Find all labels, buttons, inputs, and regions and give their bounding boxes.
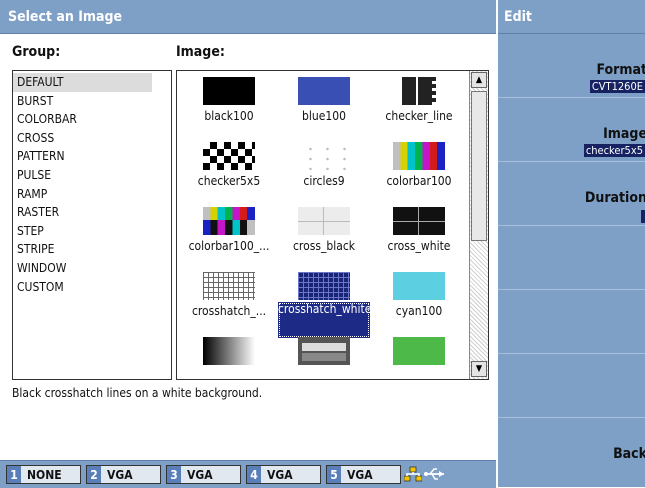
image-thumbnail (298, 77, 350, 105)
image-tile[interactable]: cross_white (373, 201, 465, 266)
output-slot-2[interactable]: 2 VGA (86, 465, 161, 484)
group-item[interactable]: PATTERN (13, 147, 152, 166)
output-slot-1[interactable]: 1 NONE (6, 465, 81, 484)
image-tile[interactable] (278, 331, 370, 379)
image-thumbnail (203, 337, 255, 365)
image-name: cross_black (292, 239, 355, 253)
group-item[interactable]: BURST (13, 92, 152, 111)
group-item[interactable]: RASTER (13, 203, 152, 222)
group-item[interactable]: CUSTOM (13, 278, 152, 297)
image-name: cyan100 (395, 304, 443, 318)
scroll-down-button[interactable]: ▼ (471, 361, 487, 377)
image-tile[interactable]: black100 (183, 71, 275, 136)
image-thumbnail (393, 207, 445, 235)
image-thumbnail (298, 337, 350, 365)
slot-label: VGA (187, 467, 213, 482)
slot-label: VGA (107, 467, 133, 482)
duration-value-box (641, 210, 645, 223)
image-tile[interactable]: colorbar100 (373, 136, 465, 201)
image-heading: Image: (176, 44, 225, 60)
format-value: CVT1260E (589, 80, 645, 93)
image-tile[interactable]: crosshatch_... (183, 266, 275, 331)
duration-softkey[interactable]: Duration (498, 162, 645, 226)
image-tile[interactable]: cross_black (278, 201, 370, 266)
image-thumbnail (298, 272, 350, 300)
image-thumbnail (203, 272, 255, 300)
arrow-up-icon: ▲ (475, 75, 483, 85)
group-item[interactable]: STRIPE (13, 240, 152, 259)
softkey-5[interactable] (498, 290, 645, 354)
scroll-up-button[interactable]: ▲ (471, 72, 487, 88)
group-item[interactable]: STEP (13, 222, 152, 241)
slot-number: 3 (167, 466, 181, 483)
group-item[interactable]: RAMP (13, 185, 152, 204)
image-thumbnail (298, 142, 350, 170)
usb-icon (424, 467, 446, 484)
image-grid[interactable]: black100 blue100 checker_line checker5x5 cir… (176, 70, 489, 380)
group-item[interactable]: PULSE (13, 166, 152, 185)
image-name: colorbar100_... (188, 239, 270, 253)
output-slot-3[interactable]: 3 VGA (166, 465, 241, 484)
image-name: cross_white (387, 239, 451, 253)
edit-title: Edit (498, 0, 645, 34)
network-icon (403, 466, 423, 485)
image-thumbnail (203, 207, 255, 235)
image-name: checker5x5 (197, 174, 261, 188)
arrow-down-icon: ▼ (475, 364, 483, 374)
softkey-6[interactable] (498, 354, 645, 418)
softkey-4[interactable] (498, 226, 645, 290)
scrollbar-thumb[interactable] (471, 91, 487, 241)
format-softkey[interactable]: Format CVT1260E (498, 34, 645, 98)
image-softkey[interactable]: Image checker5x5 (498, 98, 645, 162)
image-tile[interactable]: circles9 (278, 136, 370, 201)
output-slot-4[interactable]: 4 VGA (246, 465, 321, 484)
output-slot-5[interactable]: 5 VGA (326, 465, 401, 484)
image-tile[interactable] (373, 331, 465, 379)
image-tile[interactable]: blue100 (278, 71, 370, 136)
back-softkey[interactable]: Back (498, 418, 645, 487)
group-heading: Group: (12, 44, 61, 60)
image-thumbnail (393, 77, 445, 105)
slot-label: VGA (267, 467, 293, 482)
image-name: crosshatch_... (191, 304, 267, 318)
image-thumbnail (203, 77, 255, 105)
group-item[interactable]: CROSS (13, 129, 152, 148)
image-tile[interactable]: crosshatch_white (278, 266, 371, 338)
image-tile[interactable] (183, 331, 275, 379)
image-thumbnail (393, 142, 445, 170)
image-tile[interactable]: checker_line (373, 71, 465, 136)
group-item[interactable]: WINDOW (13, 259, 152, 278)
image-thumbnail (393, 337, 445, 365)
slot-number: 4 (247, 466, 261, 483)
vertical-scrollbar[interactable]: ▲ ▼ (469, 71, 488, 379)
image-tile[interactable]: cyan100 (373, 266, 465, 331)
group-item[interactable]: DEFAULT (13, 73, 152, 92)
image-thumbnail (203, 142, 255, 170)
slot-label: VGA (347, 467, 373, 482)
duration-label: Duration (584, 190, 645, 206)
slot-number: 2 (87, 466, 101, 483)
image-thumbnail (298, 207, 350, 235)
image-name: colorbar100 (386, 174, 452, 188)
image-thumbnail (393, 272, 445, 300)
image-tile[interactable]: colorbar100_... (183, 201, 275, 266)
dialog-title: Select an Image (0, 0, 496, 34)
image-label: Image (603, 126, 645, 142)
image-tile[interactable]: checker5x5 (183, 136, 275, 201)
image-description: Black crosshatch lines on a white backgr… (12, 386, 263, 400)
group-item[interactable]: COLORBAR (13, 110, 152, 129)
image-name: circles9 (303, 174, 345, 188)
group-list[interactable]: DEFAULT BURST COLORBAR CROSS PATTERN PULSE RAM… (12, 70, 172, 380)
slot-label: NONE (27, 467, 62, 482)
edit-panel: Edit Format CVT1260E Image checker5x5 Du… (496, 0, 645, 487)
image-name: checker_line (385, 109, 453, 123)
slot-number: 5 (327, 466, 341, 483)
status-bar: 1 NONE 2 VGA 3 VGA 4 VGA 5 VGA (0, 460, 496, 488)
image-value: checker5x5 (583, 144, 645, 157)
slot-number: 1 (7, 466, 21, 483)
back-label: Back (613, 446, 645, 462)
format-label: Format (596, 62, 645, 78)
image-name: black100 (204, 109, 254, 123)
image-name: blue100 (302, 109, 346, 123)
